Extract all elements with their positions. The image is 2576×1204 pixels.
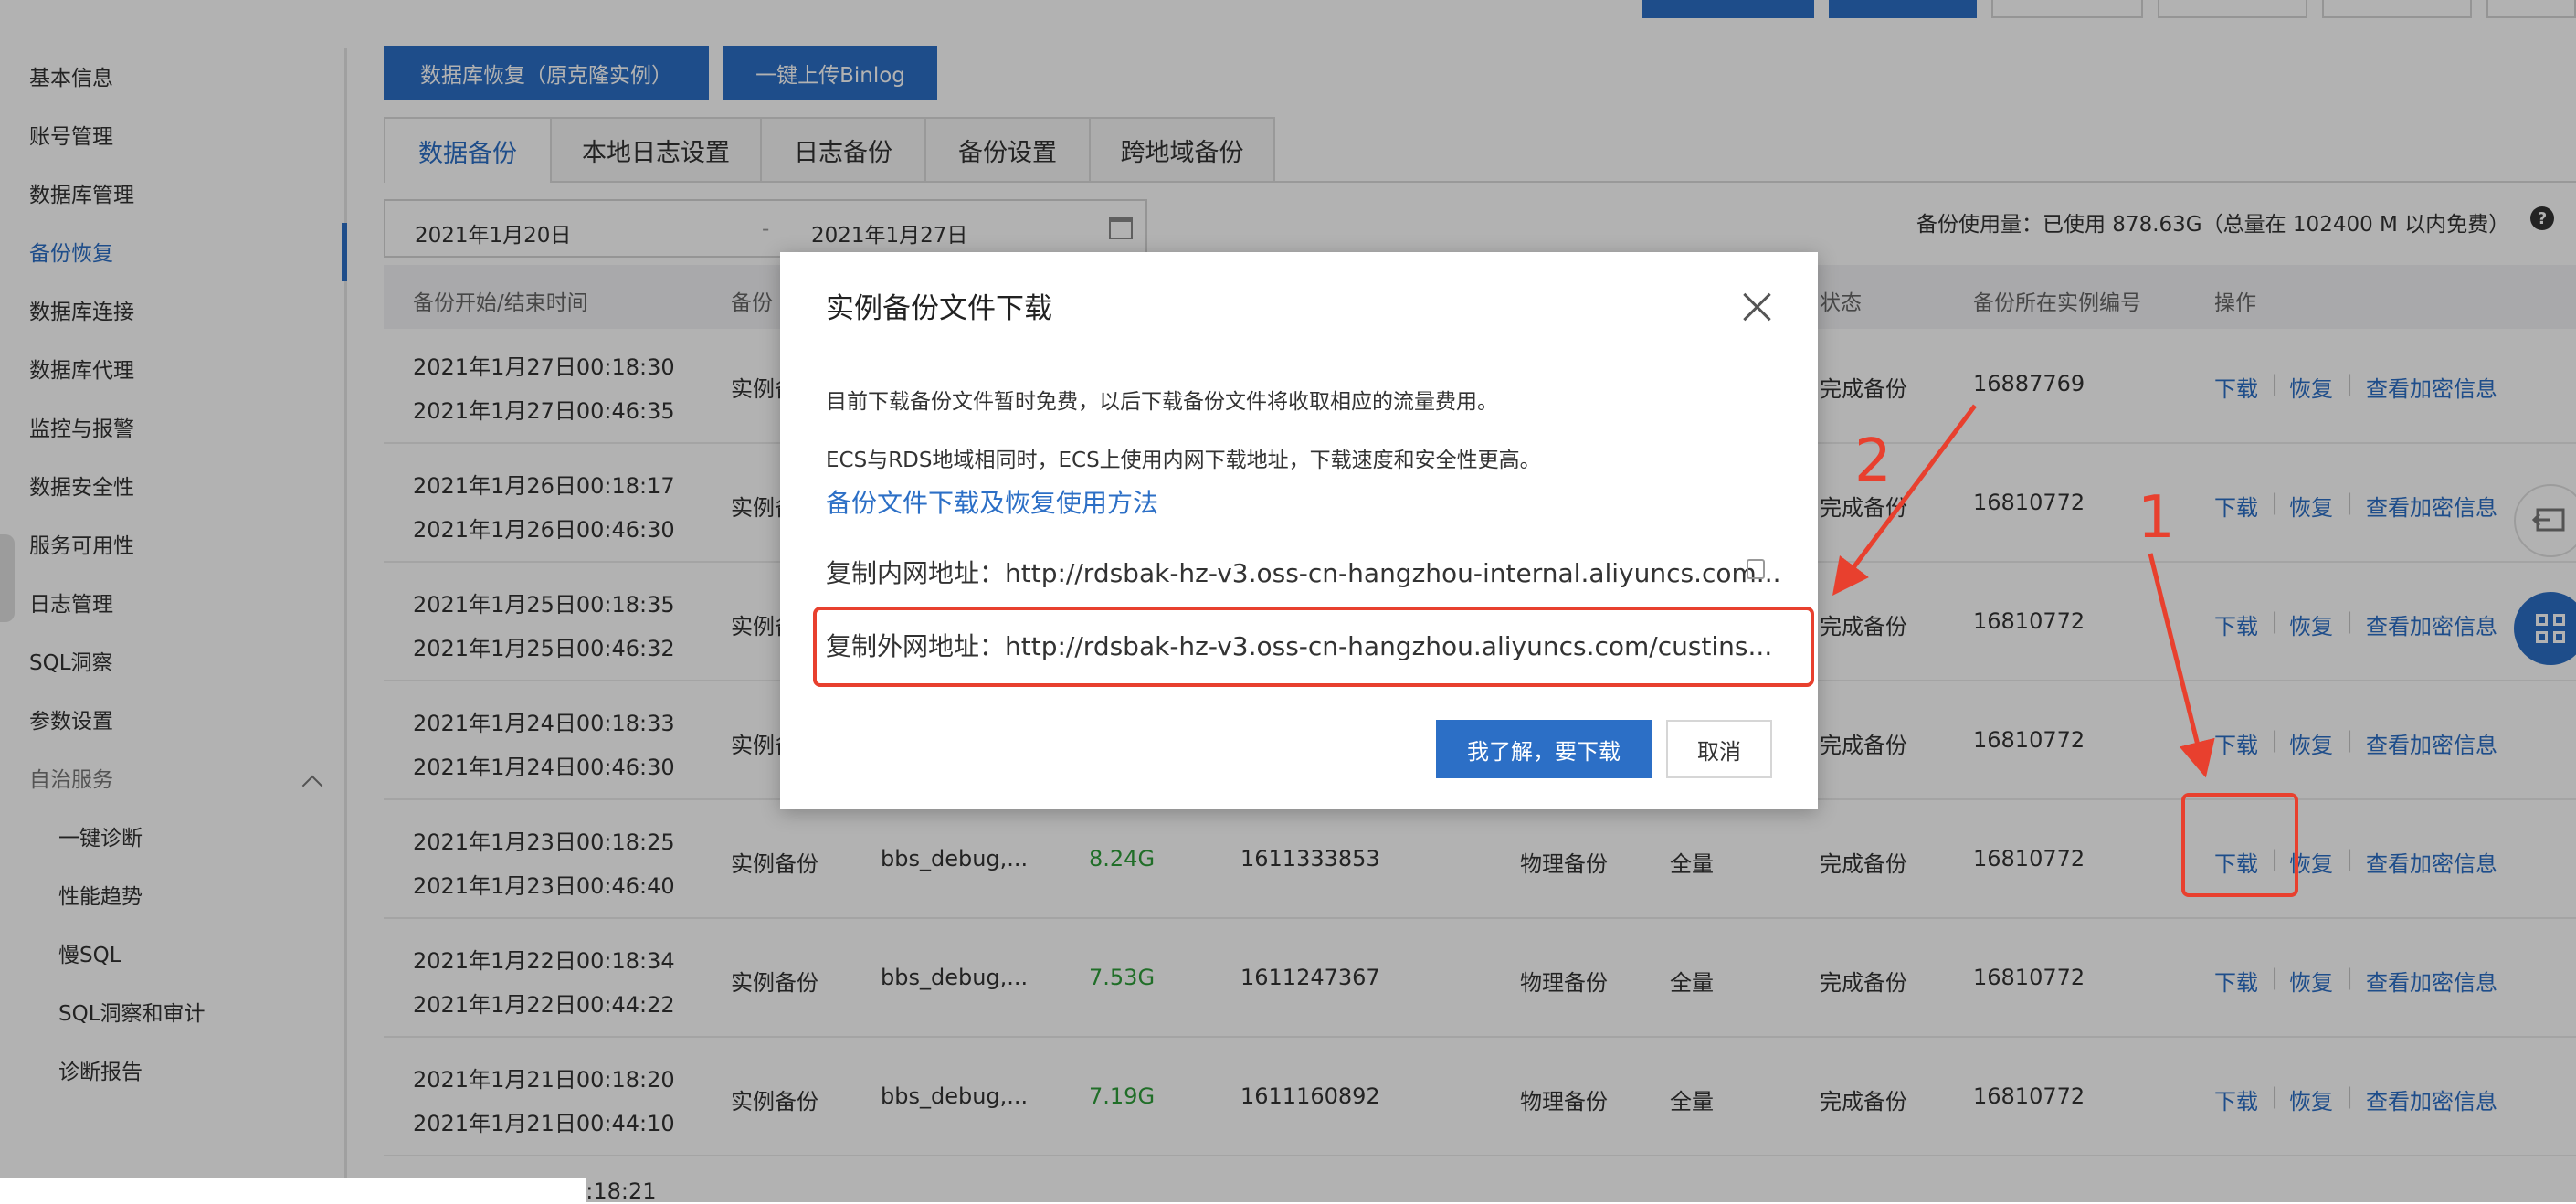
confirm-download-button[interactable]: 我了解，要下载: [1436, 720, 1652, 778]
internal-address-row[interactable]: 复制内网地址：http://rdsbak-hz-v3.oss-cn-hangzh…: [826, 554, 1781, 590]
internal-address-url[interactable]: http://rdsbak-hz-v3.oss-cn-hangzhou-inte…: [1005, 558, 1781, 588]
internal-address-label: 复制内网地址：: [826, 558, 1006, 588]
copy-icon[interactable]: [1747, 559, 1765, 579]
download-modal: 实例备份文件下载 目前下载备份文件暂时免费，以后下载备份文件将收取相应的流量费用…: [780, 252, 1818, 809]
download-help-link[interactable]: 备份文件下载及恢复使用方法: [826, 483, 1158, 520]
annotation-box-external-address: [813, 607, 1814, 687]
modal-notice-ecs: ECS与RDS地域相同时，ECS上使用内网下载地址，下载速度和安全性更高。: [826, 449, 1541, 472]
modal-notice-fee: 目前下载备份文件暂时免费，以后下载备份文件将收取相应的流量费用。: [826, 390, 1498, 414]
close-icon[interactable]: [1741, 290, 1772, 322]
annotation-number-2: 2: [1854, 428, 1892, 495]
annotation-number-1: 1: [2138, 484, 2175, 552]
modal-title: 实例备份文件下载: [826, 292, 1052, 325]
bottom-bar: [0, 1178, 586, 1202]
annotation-box-download-link: [2181, 793, 2298, 897]
cancel-button[interactable]: 取消: [1666, 720, 1772, 778]
